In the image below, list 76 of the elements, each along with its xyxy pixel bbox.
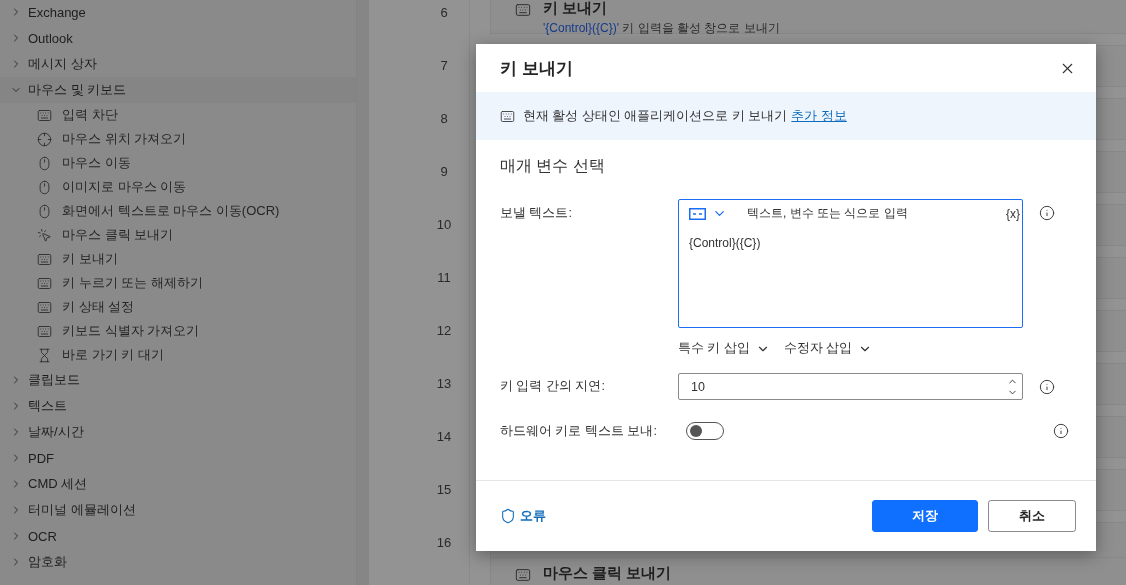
line-number: 6 (440, 5, 448, 20)
section-heading: 매개 변수 선택 (500, 156, 606, 176)
field-value: {Control}({C}) (689, 236, 762, 250)
mouse-icon (37, 179, 52, 195)
keyboard-icon (500, 108, 515, 124)
sidebar-item[interactable]: 마우스 위치 가져오기 (62, 130, 187, 148)
keyboard-icon (37, 299, 52, 315)
sidebar-group[interactable]: OCR (28, 528, 57, 544)
keyboard-icon (515, 2, 531, 18)
line-number: 13 (436, 376, 452, 391)
sidebar-item[interactable]: 화면에서 텍스트로 마우스 이동(OCR) (62, 202, 280, 220)
line-number: 11 (437, 270, 451, 285)
field-label: 키 입력 간의 지연: (500, 378, 606, 395)
sidebar-item[interactable]: 마우스 클릭 보내기 (62, 226, 174, 244)
sidebar-group[interactable]: PDF (28, 450, 54, 466)
number-field[interactable]: 10 (678, 373, 1023, 400)
keyboard-icon (37, 107, 52, 123)
sidebar-item[interactable]: 이미지로 마우스 이동 (62, 178, 187, 196)
field-hint: 텍스트, 변수 또는 식으로 입력 (747, 205, 909, 222)
sidebar-item[interactable]: 입력 차단 (62, 106, 118, 124)
line-number: 8 (440, 111, 448, 126)
line-number: 12 (436, 323, 452, 338)
cancel-button[interactable]: 취소 (988, 500, 1076, 532)
keyboard-icon (37, 251, 52, 267)
variable-button[interactable]: {x} (1006, 206, 1020, 221)
sidebar-group[interactable]: 텍스트 (28, 397, 67, 415)
keyboard-icon (515, 567, 531, 583)
line-number: 16 (436, 535, 452, 550)
step-card[interactable]: 키 보내기 '{Control}({C})' 키 입력을 활성 창으로 보내기 (490, 0, 1126, 34)
sidebar-group[interactable]: 터미널 에뮬레이션 (28, 501, 136, 519)
sidebar-group[interactable]: 날짜/시간 (28, 423, 84, 441)
mouse-icon (37, 155, 52, 171)
sidebar-group[interactable]: 암호화 (28, 553, 67, 571)
line-number: 9 (440, 164, 448, 179)
sidebar-group[interactable]: CMD 세션 (28, 475, 88, 493)
pointer-click-icon (37, 227, 52, 243)
sidebar-item[interactable]: 키 상태 설정 (62, 298, 135, 316)
field-label: 보낼 텍스트: (500, 205, 573, 222)
dropdown-menu-button[interactable]: 수정자 삽입 (783, 340, 873, 357)
sidebar-item[interactable]: 마우스 이동 (62, 154, 131, 172)
info-icon[interactable] (1039, 378, 1055, 395)
sidebar-group[interactable]: Outlook (28, 30, 73, 46)
error-link[interactable]: 오류 (500, 507, 862, 525)
keyboard-icon (37, 275, 52, 291)
text-mode-icon[interactable] (689, 207, 706, 220)
banner-text: 현재 활성 상태인 애플리케이션으로 키 보내기 추가 정보 (523, 107, 847, 125)
step-title: 마우스 클릭 보내기 (543, 564, 672, 583)
step-description: '{Control}({C})' 키 입력을 활성 창으로 보내기 (543, 20, 780, 37)
line-number: 10 (436, 217, 452, 232)
toggle-switch[interactable] (686, 422, 724, 440)
keyboard-icon (37, 323, 52, 339)
step-title: 키 보내기 (543, 0, 609, 18)
sidebar-item[interactable]: 키 보내기 (62, 250, 118, 268)
more-info-link[interactable]: 추가 정보 (791, 108, 847, 123)
sidebar-item[interactable]: 바로 가기 키 대기 (62, 346, 164, 364)
line-number: 15 (436, 482, 452, 497)
sidebar-item[interactable]: 키 누르기 또는 해제하기 (62, 274, 203, 292)
line-number: 14 (436, 429, 452, 444)
save-button[interactable]: 저장 (872, 500, 978, 532)
crosshair-icon (37, 131, 52, 147)
sidebar-group[interactable]: Exchange (28, 4, 86, 20)
dropdown-menu-button[interactable]: 특수 키 삽입 (678, 340, 770, 357)
hourglass-icon (37, 347, 52, 363)
mouse-icon (37, 203, 52, 219)
step-card[interactable]: 마우스 클릭 보내기 (490, 557, 1126, 585)
field-label: 하드웨어 키로 텍스트 보내: (500, 422, 658, 440)
sidebar-group[interactable]: 메시지 상자 (28, 55, 97, 73)
info-icon[interactable] (1053, 423, 1069, 439)
line-number: 7 (440, 58, 448, 73)
sidebar-item[interactable]: 키보드 식별자 가져오기 (62, 322, 200, 340)
text-input-field[interactable]: 텍스트, 변수 또는 식으로 입력 {x} {Control}({C}) (678, 199, 1023, 328)
sidebar-group[interactable]: 클립보드 (28, 371, 80, 389)
shield-icon[interactable] (500, 508, 516, 524)
info-icon[interactable] (1039, 205, 1055, 221)
dialog-title: 키 보내기 (500, 57, 573, 80)
sidebar-group[interactable]: 마우스 및 키보드 (28, 81, 127, 99)
